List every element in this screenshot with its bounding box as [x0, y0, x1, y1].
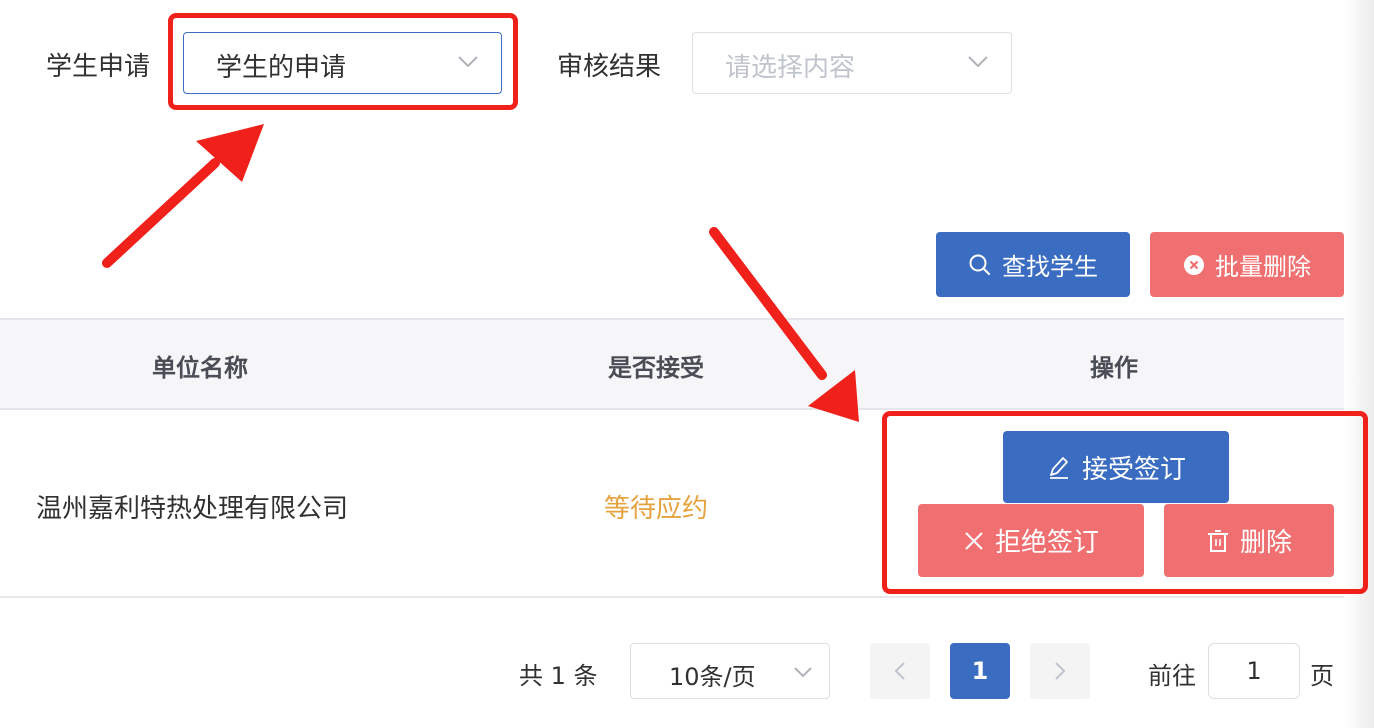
- arrow-annotation: [102, 124, 859, 422]
